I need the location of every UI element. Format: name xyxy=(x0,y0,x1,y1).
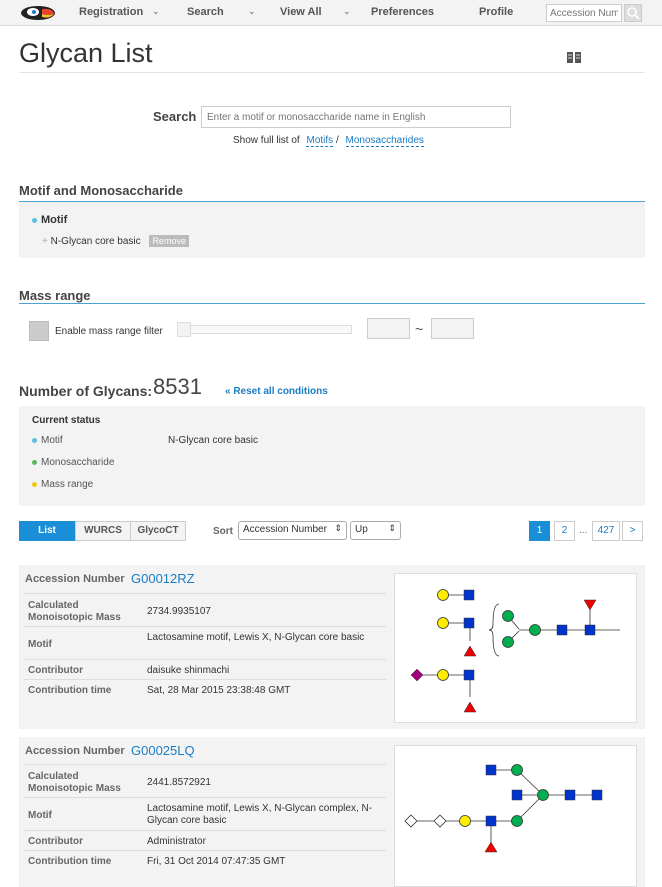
search-label: Search xyxy=(153,109,197,124)
detail-value: 2734.9935107 xyxy=(147,606,211,617)
slider-handle[interactable] xyxy=(177,322,191,337)
table-row: Motif Lactosamine motif, Lewis X, N-Glyc… xyxy=(24,626,386,659)
detail-value: Administrator xyxy=(147,836,206,847)
glycan-image[interactable] xyxy=(394,745,637,887)
glycan-count-label: Number of Glycans: xyxy=(19,383,153,399)
mono-dot xyxy=(32,459,37,465)
show-full-prefix: Show full list of xyxy=(233,135,300,146)
detail-key: Contributor xyxy=(28,665,83,676)
show-full-list: Show full list of Motifs / Monosaccharid… xyxy=(233,135,424,147)
bullet-icon: + xyxy=(42,236,51,247)
chevron-down-icon[interactable]: ⌄ xyxy=(152,6,160,17)
motif-panel xyxy=(19,202,645,258)
monosaccharides-link[interactable]: Monosaccharides xyxy=(345,135,424,147)
reset-conditions-link[interactable]: « Reset all conditions xyxy=(225,386,328,397)
glycan-count-value: 8531 xyxy=(153,374,202,399)
glycan-structure-image xyxy=(410,589,620,713)
table-row: Contribution time Sat, 28 Mar 2015 23:38… xyxy=(24,679,386,699)
status-monosaccharide: Monosaccharide xyxy=(32,457,114,468)
detail-key: Calculated Monoisotopic Mass xyxy=(28,771,121,794)
glycan-image[interactable] xyxy=(394,573,637,723)
accession-link[interactable]: G00012RZ xyxy=(131,571,195,586)
mass-max-input[interactable] xyxy=(431,318,474,339)
current-status-panel xyxy=(19,406,645,506)
table-row: Calculated Monoisotopic Mass 2734.993510… xyxy=(24,593,386,626)
mass-range-checkbox[interactable] xyxy=(29,321,49,341)
accession-search-input[interactable] xyxy=(546,4,622,22)
mass-min-input[interactable] xyxy=(367,318,410,339)
detail-key: Contribution time xyxy=(28,685,112,696)
sort-field-select[interactable]: Accession Number ⇕ xyxy=(238,521,347,540)
range-tilde: ~ xyxy=(415,321,424,337)
mass-dot xyxy=(32,481,37,487)
table-row: Contribution time Fri, 31 Oct 2014 07:47… xyxy=(24,850,386,870)
detail-key: Motif xyxy=(28,639,52,650)
book-icon[interactable] xyxy=(566,51,582,65)
status-motif: Motif xyxy=(32,435,63,446)
glycan-structure-image xyxy=(404,764,603,853)
logo-icon[interactable] xyxy=(20,5,56,21)
sort-label: Sort xyxy=(213,526,233,537)
top-nav: Registration ⌄ Search ⌄ View All ⌄ Prefe… xyxy=(0,0,662,26)
accession-label: Accession Number xyxy=(25,573,125,585)
detail-value: 2441.8572921 xyxy=(147,777,211,788)
detail-value: Lactosamine motif, Lewis X, N-Glycan cor… xyxy=(147,632,365,643)
table-row: Contributor Administrator xyxy=(24,830,386,850)
chevron-down-icon[interactable]: ⌄ xyxy=(248,6,256,17)
detail-key: Motif xyxy=(28,810,52,821)
tab-wurcs[interactable]: WURCS xyxy=(75,521,131,541)
detail-key: Contributor xyxy=(28,836,83,847)
mass-range-slider[interactable] xyxy=(177,325,352,334)
remove-button[interactable]: Remove xyxy=(149,235,189,247)
nav-view-all[interactable]: View All xyxy=(280,6,322,18)
detail-value: Sat, 28 Mar 2015 23:38:48 GMT xyxy=(147,685,291,696)
page-2-button[interactable]: 2 xyxy=(554,521,575,541)
sort-order-select[interactable]: Up ⇕ xyxy=(350,521,401,540)
motif-dot xyxy=(32,437,37,443)
motif-heading: Motif xyxy=(32,214,67,226)
detail-value: daisuke shinmachi xyxy=(147,665,230,676)
detail-value: Fri, 31 Oct 2014 07:47:35 GMT xyxy=(147,856,286,867)
next-page-button[interactable]: > xyxy=(622,521,643,541)
detail-key: Calculated Monoisotopic Mass xyxy=(28,600,121,623)
motif-section-heading: Motif and Monosaccharide xyxy=(19,183,183,198)
motifs-link[interactable]: Motifs xyxy=(306,135,334,147)
search-icon xyxy=(627,7,640,20)
table-row: Contributor daisuke shinmachi xyxy=(24,659,386,679)
motif-item: + N-Glycan core basic Remove xyxy=(42,235,189,247)
table-row: Calculated Monoisotopic Mass 2441.857292… xyxy=(24,764,386,797)
mass-section-heading: Mass range xyxy=(19,288,91,303)
nav-profile[interactable]: Profile xyxy=(479,6,513,18)
current-status-title: Current status xyxy=(32,415,101,426)
section-divider xyxy=(19,303,645,304)
page-last-button[interactable]: 427 xyxy=(592,521,620,541)
accession-link[interactable]: G00025LQ xyxy=(131,743,195,758)
detail-key: Contribution time xyxy=(28,856,112,867)
nav-search[interactable]: Search xyxy=(187,6,224,18)
page-title: Glycan List xyxy=(19,38,153,68)
select-arrow-icon: ⇕ xyxy=(388,523,396,533)
link-separator: / xyxy=(335,135,339,146)
motif-dot xyxy=(32,217,37,223)
tab-glycoct[interactable]: GlycoCT xyxy=(130,521,186,541)
accession-label: Accession Number xyxy=(25,745,125,757)
motif-search-input[interactable] xyxy=(201,106,511,128)
mass-range-label: Enable mass range filter xyxy=(55,326,163,337)
status-motif-value: N-Glycan core basic xyxy=(168,435,259,446)
motif-item-label: N-Glycan core basic xyxy=(50,236,141,247)
nav-preferences[interactable]: Preferences xyxy=(371,6,434,18)
search-button[interactable] xyxy=(624,4,642,22)
pagination-ellipsis: ... xyxy=(579,525,588,536)
status-mass-range: Mass range xyxy=(32,479,93,490)
title-divider xyxy=(19,72,645,73)
page-1-button[interactable]: 1 xyxy=(529,521,550,541)
tab-list[interactable]: List xyxy=(19,521,75,541)
table-row: Motif Lactosamine motif, Lewis X, N-Glyc… xyxy=(24,797,386,830)
select-arrow-icon: ⇕ xyxy=(334,523,342,533)
detail-value: Lactosamine motif, Lewis X, N-Glycan com… xyxy=(147,803,373,826)
nav-registration[interactable]: Registration xyxy=(79,6,143,18)
chevron-down-icon[interactable]: ⌄ xyxy=(343,6,351,17)
